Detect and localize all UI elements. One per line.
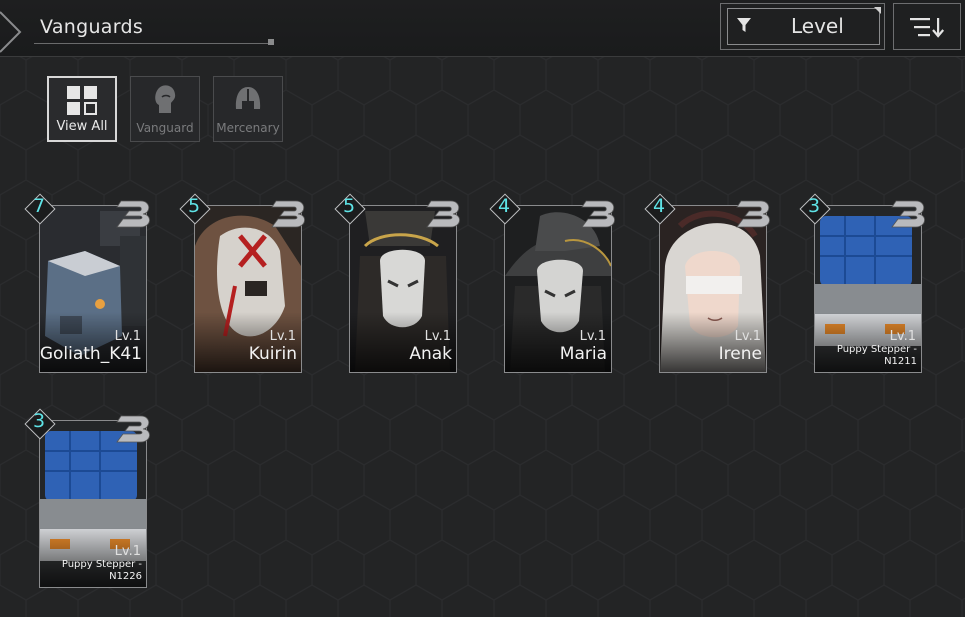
rank-number: 4 [652,195,666,217]
card-level: Lv.1 [579,329,606,344]
vanguard-card-maria[interactable]: Lv.1 Maria 4 [489,193,615,373]
filter-icon [737,18,751,32]
rank-diamond: 4 [489,193,521,225]
b-grade-badge-icon [116,415,150,443]
rank-number: 5 [342,195,356,217]
card-frame: Lv.1 Kuirin [194,205,302,373]
rank-number: 3 [32,410,46,432]
rank-number: 7 [32,195,46,217]
tab-mercenary[interactable]: Mercenary [213,76,283,142]
card-name: Puppy Stepper - N1211 [817,344,917,368]
title-dot [268,39,274,45]
b-grade-badge-icon [271,200,305,228]
filter-label: Level [791,14,844,38]
rank-diamond: 5 [334,193,366,225]
card-frame: Lv.1 Goliath_K41 [39,205,147,373]
card-name: Goliath_K41 [39,344,142,364]
rank-number: 5 [187,195,201,217]
card-name: Kuirin [248,344,297,364]
card-level: Lv.1 [734,329,761,344]
tab-view-all-label: View All [56,119,108,134]
card-frame: Lv.1 Puppy Stepper - N1211 [814,205,922,373]
card-level: Lv.1 [424,329,451,344]
level-filter-button[interactable]: Level [720,3,885,50]
vanguard-card-puppy-stepper-n1226[interactable]: Lv.1 Puppy Stepper - N1226 3 [24,408,150,588]
card-name-line2: N1226 [109,571,142,582]
tab-view-all[interactable]: View All [47,76,117,142]
card-name: Irene [718,344,762,364]
card-frame: Lv.1 Anak [349,205,457,373]
rank-diamond: 4 [644,193,676,225]
tab-vanguard[interactable]: Vanguard [130,76,200,142]
card-frame: Lv.1 Maria [504,205,612,373]
b-grade-badge-icon [426,200,460,228]
card-frame: Lv.1 Irene [659,205,767,373]
sort-descending-icon [910,18,945,38]
card-name-line1: Puppy Stepper - [61,559,142,570]
sort-button[interactable] [893,3,961,50]
card-name: Anak [409,344,452,364]
vanguard-card-kuirin[interactable]: Lv.1 Kuirin 5 [179,193,305,373]
card-frame: Lv.1 Puppy Stepper - N1226 [39,420,147,588]
vanguard-card-irene[interactable]: Lv.1 Irene 4 [644,193,770,373]
vanguard-card-puppy-stepper-n1211[interactable]: Lv.1 Puppy Stepper - N1211 3 [799,193,925,373]
b-grade-badge-icon [736,200,770,228]
card-level: Lv.1 [114,544,141,559]
card-name: Puppy Stepper - N1226 [42,559,142,583]
card-level: Lv.1 [889,329,916,344]
rank-diamond: 3 [799,193,831,225]
card-name: Maria [559,344,607,364]
card-level: Lv.1 [114,329,141,344]
b-grade-badge-icon [581,200,615,228]
rank-diamond: 3 [24,408,56,440]
title-underline [34,43,274,44]
b-grade-badge-icon [116,200,150,228]
rank-diamond: 7 [24,193,56,225]
card-level: Lv.1 [269,329,296,344]
vanguard-card-goliath[interactable]: Lv.1 Goliath_K41 7 [24,193,150,373]
vanguard-card-anak[interactable]: Lv.1 Anak 5 [334,193,460,373]
tab-mercenary-label: Mercenary [216,121,280,135]
rank-diamond: 5 [179,193,211,225]
rank-number: 3 [807,195,821,217]
card-name-line2: N1211 [884,356,917,367]
card-name-line1: Puppy Stepper - [836,344,917,355]
tab-vanguard-label: Vanguard [136,121,194,135]
back-chevron-icon[interactable] [0,8,28,68]
page-title: Vanguards [40,16,144,38]
helmet-icon [235,87,261,109]
grid-icon [67,86,97,115]
head-icon [155,85,176,113]
filter-corner-mark [874,7,881,14]
rank-number: 4 [497,195,511,217]
b-grade-badge-icon [891,200,925,228]
